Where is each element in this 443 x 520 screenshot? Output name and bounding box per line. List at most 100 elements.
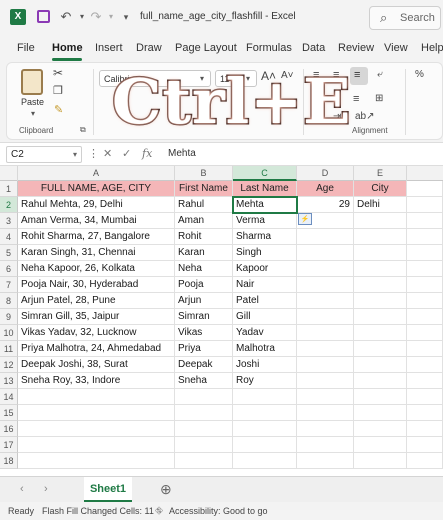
tab-draw[interactable]: Draw	[136, 42, 162, 54]
tab-file[interactable]: File	[17, 42, 35, 54]
cut-icon[interactable]: ✂	[53, 66, 63, 80]
table-cell[interactable]: Karan	[175, 245, 233, 261]
row-header[interactable]: 6	[0, 261, 18, 277]
table-cell[interactable]: Pooja Nair, 30, Hyderabad	[18, 277, 175, 293]
row-header[interactable]: 10	[0, 325, 18, 341]
table-cell[interactable]: Pooja	[175, 277, 233, 293]
empty-cell[interactable]	[407, 325, 443, 341]
table-cell[interactable]: Sharma	[233, 229, 297, 245]
table-cell[interactable]: Patel	[233, 293, 297, 309]
tab-review[interactable]: Review	[338, 42, 374, 54]
table-cell[interactable]	[297, 373, 354, 389]
empty-cell[interactable]	[297, 421, 354, 437]
column-header-e[interactable]: E	[354, 166, 407, 181]
row-header[interactable]: 13	[0, 373, 18, 389]
table-cell[interactable]: Rohit	[175, 229, 233, 245]
table-cell[interactable]: Kapoor	[233, 261, 297, 277]
empty-cell[interactable]	[297, 453, 354, 469]
row-header[interactable]: 14	[0, 389, 18, 405]
empty-cell[interactable]	[407, 277, 443, 293]
header-cell[interactable]: Age	[297, 181, 354, 197]
table-cell[interactable]: Arjun Patel, 28, Pune	[18, 293, 175, 309]
table-cell[interactable]: Singh	[233, 245, 297, 261]
table-cell[interactable]: Roy	[233, 373, 297, 389]
table-cell[interactable]: Sneha Roy, 33, Indore	[18, 373, 175, 389]
cancel-icon[interactable]: ✕	[103, 147, 112, 160]
copy-icon[interactable]: ❐	[53, 84, 63, 97]
empty-cell[interactable]	[18, 421, 175, 437]
empty-cell[interactable]	[233, 421, 297, 437]
empty-cell[interactable]	[407, 389, 443, 405]
table-cell[interactable]: Vikas	[175, 325, 233, 341]
empty-cell[interactable]	[407, 437, 443, 453]
empty-cell[interactable]	[18, 453, 175, 469]
table-cell[interactable]: Aman	[175, 213, 233, 229]
column-header-b[interactable]: B	[175, 166, 233, 181]
previous-sheet-icon[interactable]: ‹	[20, 483, 24, 495]
column-header-a[interactable]: A	[18, 166, 175, 181]
accessibility-icon[interactable]: ⛗	[155, 506, 163, 517]
table-cell[interactable]	[354, 357, 407, 373]
table-cell[interactable]: Yadav	[233, 325, 297, 341]
paste-dropdown-icon[interactable]: ▾	[31, 109, 35, 118]
empty-cell[interactable]	[407, 341, 443, 357]
table-cell[interactable]	[297, 341, 354, 357]
redo-icon[interactable]: ↷	[88, 9, 104, 25]
number-format-icon[interactable]: %	[415, 69, 424, 80]
align-right-icon[interactable]: ≡	[353, 93, 359, 105]
header-cell[interactable]: Last Name	[233, 181, 297, 197]
table-cell[interactable]	[354, 309, 407, 325]
table-cell[interactable]	[354, 325, 407, 341]
table-cell[interactable]	[297, 277, 354, 293]
sheet-tab-sheet1[interactable]: Sheet1	[84, 477, 132, 502]
row-header[interactable]: 1	[0, 181, 18, 197]
worksheet-grid[interactable]: A B C D E 1 FULL NAME, AGE, CITY First Nam…	[0, 166, 443, 476]
empty-cell[interactable]	[407, 405, 443, 421]
tab-page-layout[interactable]: Page Layout	[175, 42, 237, 54]
row-header[interactable]: 2	[0, 197, 18, 213]
empty-cell[interactable]	[18, 405, 175, 421]
empty-cell[interactable]	[233, 453, 297, 469]
table-cell[interactable]: Rahul Mehta, 29, Delhi	[18, 197, 175, 213]
status-accessibility[interactable]: Accessibility: Good to go	[169, 506, 268, 516]
row-header[interactable]: 18	[0, 453, 18, 469]
empty-cell[interactable]	[297, 437, 354, 453]
wrap-text-icon[interactable]: ⤶	[377, 69, 383, 80]
table-cell[interactable]: Neha	[175, 261, 233, 277]
table-cell[interactable]: Sneha	[175, 373, 233, 389]
tab-formulas[interactable]: Formulas	[246, 42, 292, 54]
column-header-f[interactable]	[407, 166, 443, 181]
empty-cell[interactable]	[175, 405, 233, 421]
empty-cell[interactable]	[18, 389, 175, 405]
table-cell[interactable]	[297, 293, 354, 309]
customize-toolbar-icon[interactable]: ▾	[118, 9, 134, 25]
table-cell[interactable]	[354, 293, 407, 309]
header-cell[interactable]: City	[354, 181, 407, 197]
row-header[interactable]: 11	[0, 341, 18, 357]
table-cell[interactable]	[297, 325, 354, 341]
tab-view[interactable]: View	[384, 42, 408, 54]
table-cell[interactable]: Rahul	[175, 197, 233, 213]
header-cell[interactable]: First Name	[175, 181, 233, 197]
empty-cell[interactable]	[354, 437, 407, 453]
table-cell[interactable]	[354, 341, 407, 357]
next-sheet-icon[interactable]: ›	[44, 483, 48, 495]
empty-cell[interactable]	[175, 389, 233, 405]
empty-cell[interactable]	[354, 389, 407, 405]
empty-cell[interactable]	[407, 453, 443, 469]
empty-cell[interactable]	[297, 389, 354, 405]
tab-home[interactable]: Home	[52, 42, 83, 54]
name-box[interactable]: C2 ▾	[6, 146, 82, 163]
add-sheet-icon[interactable]: ⊕	[160, 481, 172, 498]
row-header[interactable]: 7	[0, 277, 18, 293]
tab-insert[interactable]: Insert	[95, 42, 123, 54]
row-header[interactable]: 5	[0, 245, 18, 261]
table-cell[interactable]	[354, 261, 407, 277]
empty-cell[interactable]	[354, 453, 407, 469]
table-cell[interactable]	[354, 229, 407, 245]
formula-input[interactable]: Mehta	[168, 148, 196, 159]
header-cell[interactable]: FULL NAME, AGE, CITY	[18, 181, 175, 197]
empty-cell[interactable]	[407, 261, 443, 277]
clipboard-launcher-icon[interactable]: ⧉	[80, 125, 86, 135]
table-cell[interactable]: Karan Singh, 31, Chennai	[18, 245, 175, 261]
